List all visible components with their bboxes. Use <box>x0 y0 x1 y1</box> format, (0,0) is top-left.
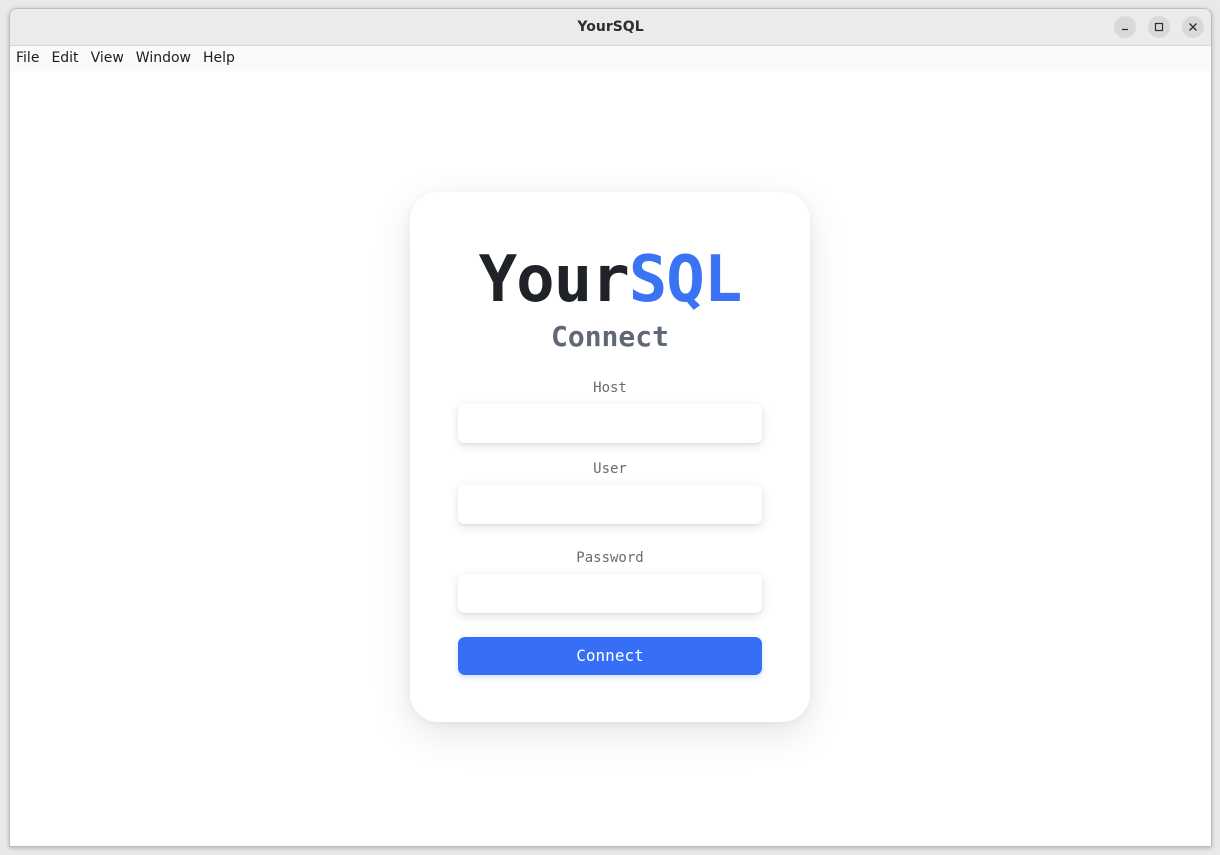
logo-text-your: Your <box>478 243 630 317</box>
connect-button[interactable]: Connect <box>458 637 762 675</box>
maximize-icon <box>1154 22 1164 32</box>
maximize-button[interactable] <box>1148 16 1170 38</box>
app-logo: YourSQL <box>410 244 810 316</box>
host-label: Host <box>593 380 627 396</box>
user-input[interactable] <box>458 485 762 524</box>
minimize-icon <box>1122 28 1128 31</box>
main-content: YourSQL Connect Host User Password Conne… <box>10 71 1211 846</box>
user-label: User <box>593 461 627 477</box>
login-card: YourSQL Connect Host User Password Conne… <box>410 192 810 722</box>
logo-text-sql: SQL <box>628 243 743 317</box>
password-input[interactable] <box>458 574 762 613</box>
minimize-button[interactable] <box>1114 16 1136 38</box>
menu-bar: File Edit View Window Help <box>10 46 1211 71</box>
connect-heading: Connect <box>550 320 669 353</box>
title-bar[interactable]: YourSQL <box>10 9 1211 46</box>
window-title: YourSQL <box>577 19 644 35</box>
menu-window[interactable]: Window <box>130 46 197 71</box>
menu-file[interactable]: File <box>10 46 45 71</box>
menu-view[interactable]: View <box>85 46 130 71</box>
password-label: Password <box>576 550 644 566</box>
menu-edit[interactable]: Edit <box>45 46 84 71</box>
close-button[interactable] <box>1182 16 1204 38</box>
menu-help[interactable]: Help <box>197 46 241 71</box>
close-icon <box>1189 23 1197 31</box>
host-input[interactable] <box>458 404 762 443</box>
app-window: YourSQL File Edit View Window Help YourS… <box>9 8 1212 847</box>
